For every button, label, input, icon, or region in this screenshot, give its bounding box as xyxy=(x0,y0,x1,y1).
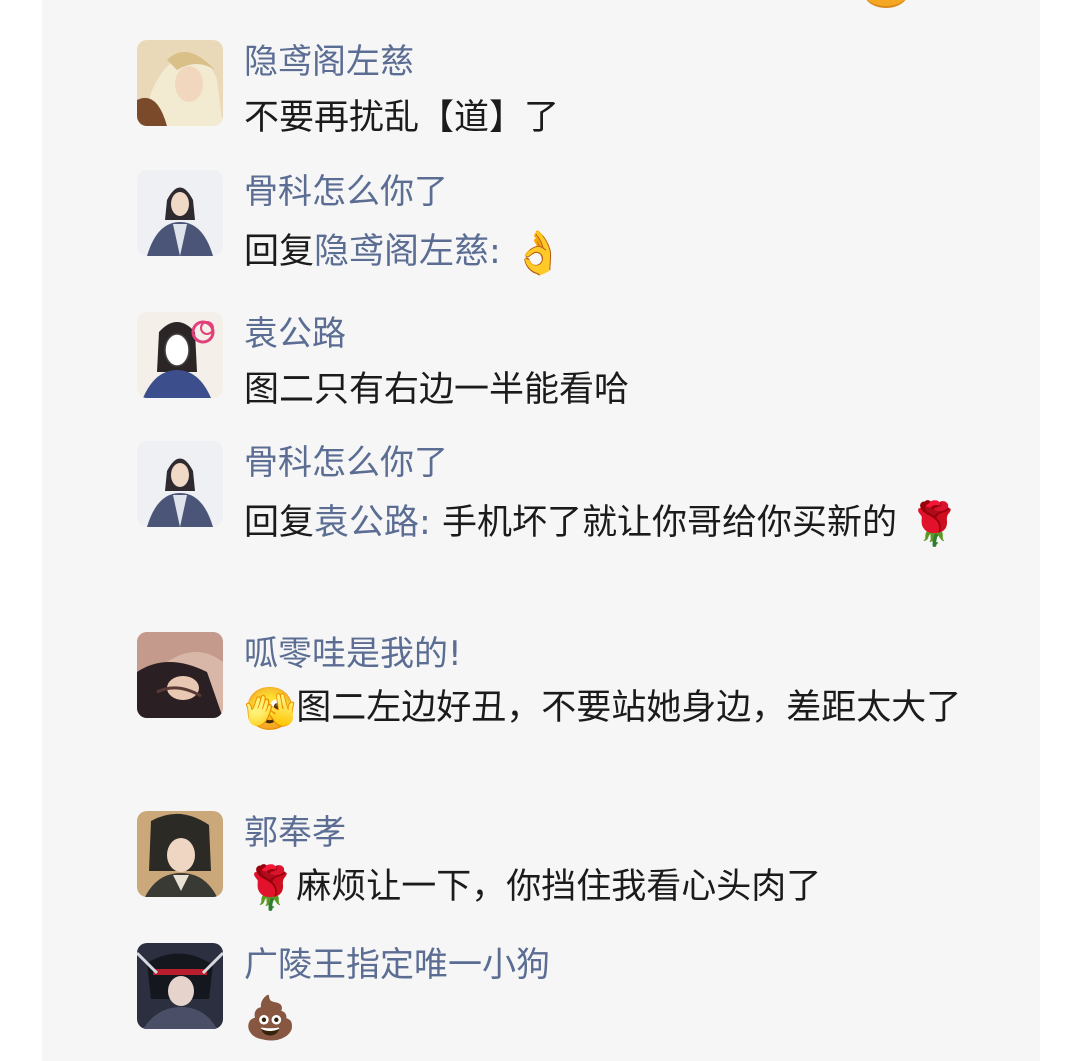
reply-prefix: 回复 xyxy=(244,503,315,543)
comment-panel: 隐鸢阁左慈 不要再扰乱【道】了 骨科怎么你了 回复隐鸢阁左慈: 👌 袁公路 图二… xyxy=(42,0,1040,1061)
username[interactable]: 呱零哇是我的! xyxy=(244,632,984,676)
rose-icon: 🌹 xyxy=(244,863,297,912)
comment-text: 回复袁公路: 手机坏了就让你哥给你买新的 🌹 xyxy=(244,495,984,552)
comment-text: 图二只有右边一半能看哈 xyxy=(244,362,984,418)
reply-target[interactable]: 隐鸢阁左慈: xyxy=(314,232,501,272)
username[interactable]: 袁公路 xyxy=(244,312,984,356)
comment-content: 手机坏了就让你哥给你买新的 xyxy=(430,503,897,543)
reply-target[interactable]: 袁公路: xyxy=(314,503,431,543)
comment-text: 💩 xyxy=(244,989,984,1046)
username[interactable]: 骨科怎么你了 xyxy=(244,170,984,214)
emoji-icon xyxy=(864,0,908,8)
poop-icon: 💩 xyxy=(244,993,297,1042)
username[interactable]: 骨科怎么你了 xyxy=(244,441,984,485)
comment-text: 🫣图二左边好丑，不要站她身边，差距太大了 xyxy=(244,680,984,737)
avatar[interactable] xyxy=(137,632,223,718)
comment-content: 图二只有右边一半能看哈 xyxy=(244,370,630,410)
username[interactable]: 广陵王指定唯一小狗 xyxy=(244,943,984,987)
comment-text: 不要再扰乱【道】了 xyxy=(244,90,984,146)
peeking-face-icon: 🫣 xyxy=(244,684,297,733)
comment-text: 🌹麻烦让一下，你挡住我看心头肉了 xyxy=(244,859,984,916)
comment-text: 回复隐鸢阁左慈: 👌 xyxy=(244,224,984,281)
avatar[interactable] xyxy=(137,40,223,126)
avatar[interactable] xyxy=(137,943,223,1029)
reply-prefix: 回复 xyxy=(244,232,315,272)
comment-content: 图二左边好丑，不要站她身边，差距太大了 xyxy=(296,688,962,728)
avatar[interactable] xyxy=(137,441,223,527)
username[interactable]: 郭奉孝 xyxy=(244,811,984,855)
comment-content: 不要再扰乱【道】了 xyxy=(244,98,560,138)
avatar[interactable] xyxy=(137,170,223,256)
comment-content: 麻烦让一下，你挡住我看心头肉了 xyxy=(296,867,822,907)
avatar[interactable] xyxy=(137,312,223,398)
username[interactable]: 隐鸢阁左慈 xyxy=(244,40,984,84)
ok-hand-icon: 👌 xyxy=(511,228,565,277)
avatar[interactable] xyxy=(137,811,223,897)
rose-icon: 🌹 xyxy=(908,499,961,548)
